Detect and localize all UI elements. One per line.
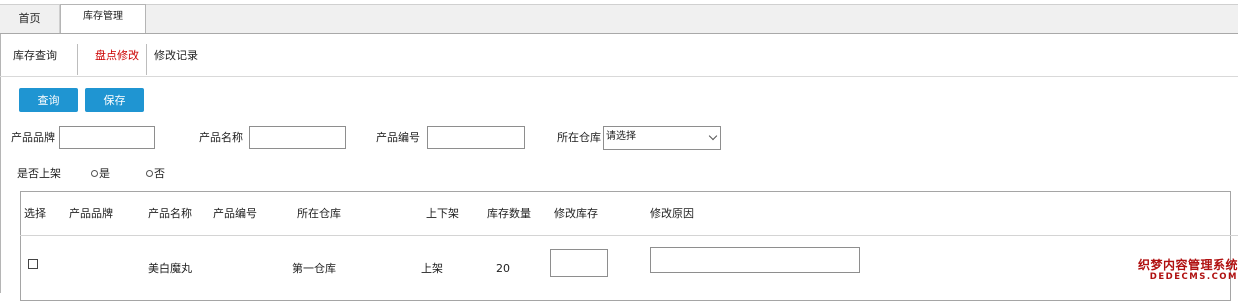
column-header-name: 产品名称 [148, 207, 192, 220]
column-header-shelf: 上下架 [426, 207, 459, 220]
warehouse-select[interactable]: 请选择 [603, 126, 721, 150]
column-header-brand: 产品品牌 [69, 207, 113, 220]
edit-reason-input[interactable] [650, 247, 860, 273]
query-button[interactable]: 查询 [19, 88, 78, 112]
shelf-no-label: 否 [154, 167, 165, 180]
save-button[interactable]: 保存 [85, 88, 144, 112]
warehouse-select-value: 请选择 [606, 131, 636, 142]
name-input[interactable] [249, 126, 346, 149]
subnav-separator [0, 76, 1238, 77]
row-warehouse: 第一仓库 [292, 262, 336, 275]
chevron-down-icon [708, 131, 718, 141]
row-shelf: 上架 [421, 262, 443, 275]
tab-home[interactable]: 首页 [0, 5, 60, 33]
name-label: 产品名称 [199, 131, 243, 144]
column-header-code: 产品编号 [213, 207, 257, 220]
row-select-checkbox[interactable] [28, 259, 38, 269]
shelf-no-radio[interactable] [146, 170, 153, 177]
row-quantity: 20 [496, 262, 510, 275]
column-header-quantity: 库存数量 [487, 207, 531, 220]
shelf-yes-radio[interactable] [91, 170, 98, 177]
subnav-divider [77, 44, 78, 75]
subnav-edit-records[interactable]: 修改记录 [154, 46, 198, 66]
code-label: 产品编号 [376, 131, 420, 144]
shelf-yes-label: 是 [99, 167, 110, 180]
subnav-divider [146, 44, 147, 75]
subnav-stocktake-edit[interactable]: 盘点修改 [95, 46, 139, 66]
table-header-separator [20, 235, 1238, 236]
column-header-edit-reason: 修改原因 [650, 207, 694, 220]
brand-input[interactable] [59, 126, 155, 149]
edit-stock-input[interactable] [550, 249, 608, 277]
tab-inventory[interactable]: 库存管理 [60, 4, 146, 33]
shelf-label: 是否上架 [17, 167, 61, 180]
code-input[interactable] [427, 126, 525, 149]
row-name: 美白魔丸 [148, 262, 192, 275]
column-header-edit-stock: 修改库存 [554, 207, 598, 220]
column-header-select: 选择 [24, 207, 46, 220]
watermark-url: DEDECMS.COM [1149, 272, 1238, 282]
tab-bar [0, 5, 1238, 34]
watermark-logo: 织梦内容管理系统 DEDECMS.COM [1126, 258, 1238, 282]
brand-label: 产品品牌 [11, 131, 55, 144]
column-header-warehouse: 所在仓库 [297, 207, 341, 220]
inventory-table [20, 191, 1231, 301]
warehouse-label: 所在仓库 [557, 131, 601, 144]
watermark-title: 织梦内容管理系统 [1137, 258, 1238, 272]
subnav-inventory-query[interactable]: 库存查询 [13, 46, 57, 66]
